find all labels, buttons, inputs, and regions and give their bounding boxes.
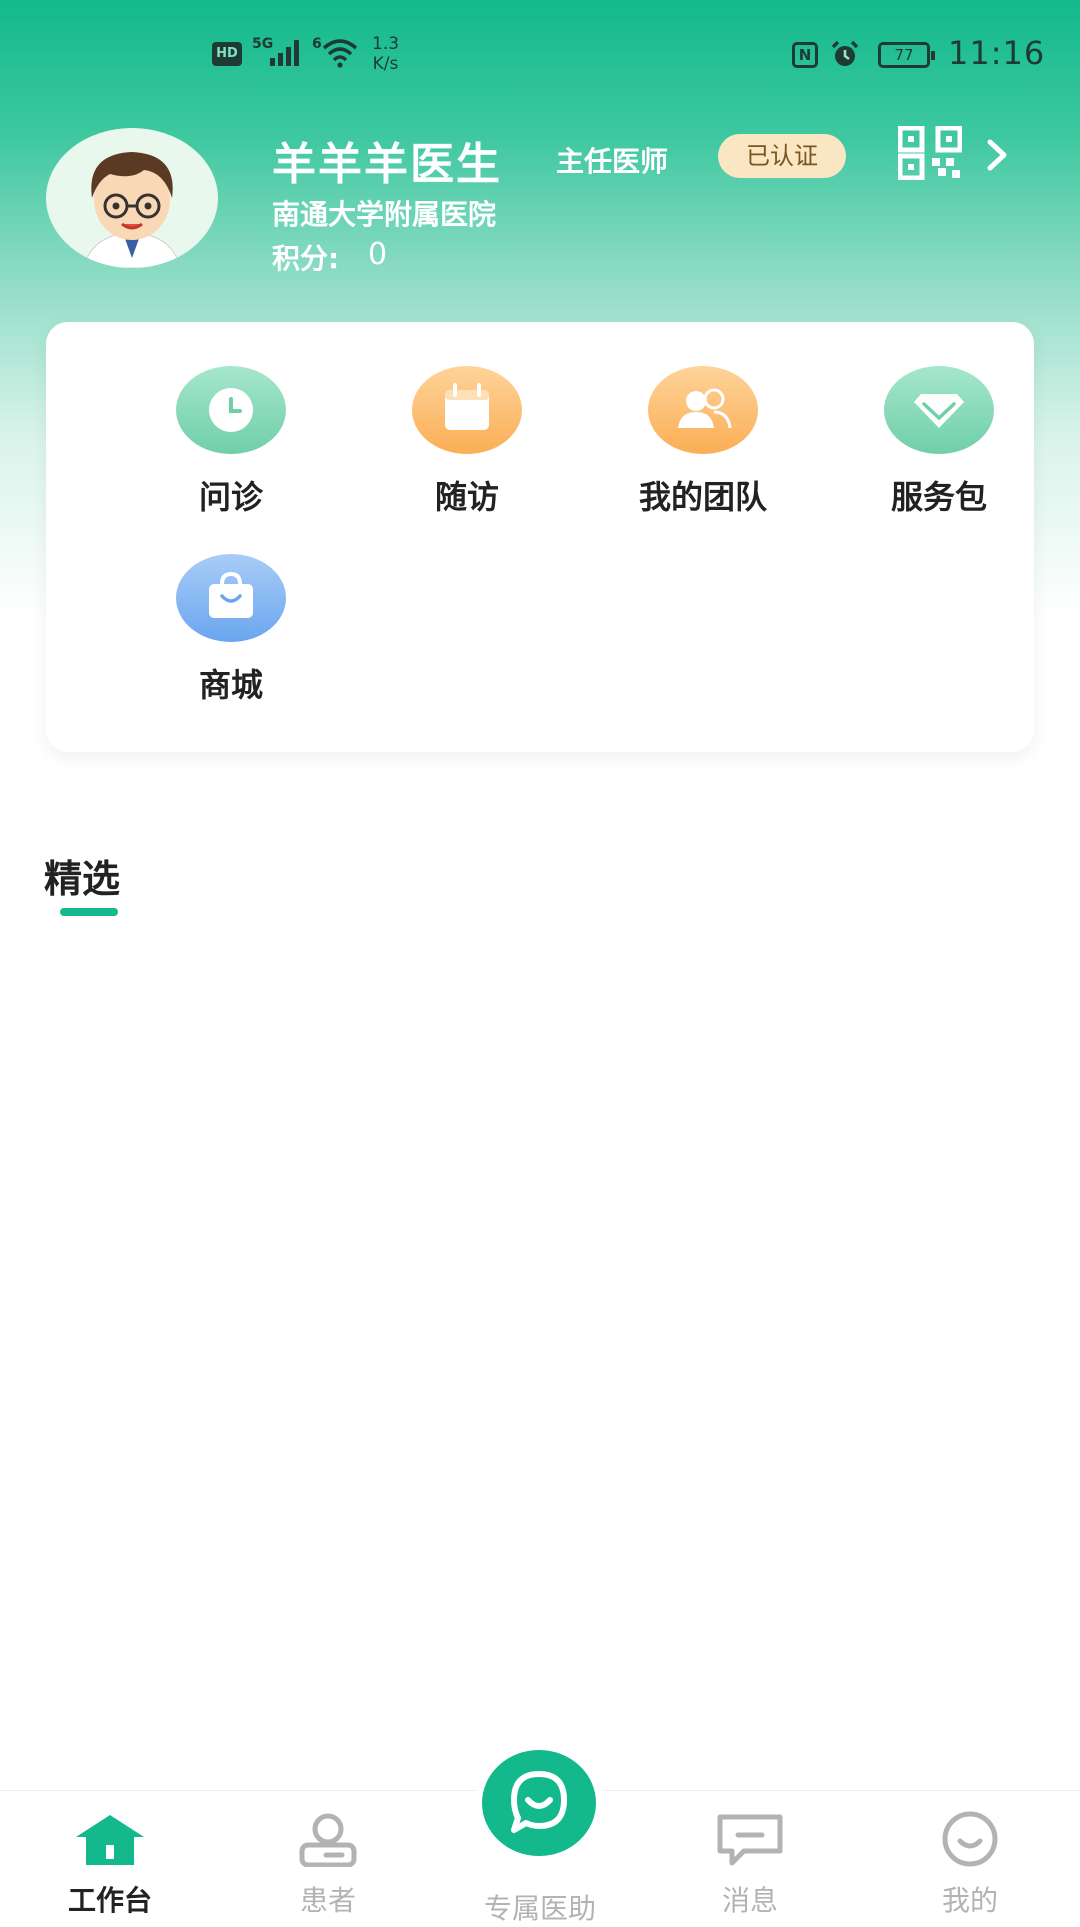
service-label: 我的团队 bbox=[638, 478, 767, 516]
tab-label: 患者 bbox=[299, 1884, 356, 1917]
tab-mine[interactable]: 我的 bbox=[890, 1811, 1050, 1919]
avatar[interactable] bbox=[46, 128, 218, 268]
doctor-name: 羊羊羊医生 bbox=[272, 139, 502, 190]
message-icon bbox=[717, 1814, 783, 1866]
tab-label: 专属医助 bbox=[483, 1892, 596, 1925]
service-item-my-team[interactable]: 我的团队 bbox=[608, 366, 798, 518]
service-item-service-package[interactable]: 服务包 bbox=[844, 366, 1034, 518]
service-label: 服务包 bbox=[890, 478, 987, 516]
tab-assistant[interactable]: 专属医助 bbox=[460, 1887, 620, 1927]
chevron-right-icon[interactable] bbox=[986, 138, 1010, 172]
service-label: 随访 bbox=[434, 478, 499, 516]
service-item-consultation[interactable]: 问诊 bbox=[136, 366, 326, 518]
nfc-icon: N bbox=[792, 42, 818, 68]
tab-label: 我的 bbox=[941, 1884, 998, 1917]
service-label: 问诊 bbox=[198, 478, 263, 516]
service-item-mall[interactable]: 商城 bbox=[136, 554, 326, 706]
network-speed-unit: K/s bbox=[372, 54, 399, 74]
clock-icon bbox=[176, 366, 286, 454]
service-label: 商城 bbox=[198, 666, 263, 704]
battery-icon: 77 bbox=[878, 42, 935, 68]
tab-workbench[interactable]: 工作台 bbox=[30, 1811, 190, 1919]
home-icon bbox=[76, 1815, 144, 1865]
diamond-icon bbox=[884, 366, 994, 454]
alarm-icon bbox=[831, 40, 859, 66]
qr-code-icon[interactable] bbox=[898, 126, 962, 180]
service-card: 问诊 随访 我的团队 服务包 商城 bbox=[46, 322, 1034, 752]
tab-label: 消息 bbox=[721, 1884, 778, 1917]
hd-badge: HD bbox=[212, 42, 242, 66]
tab-label: 工作台 bbox=[67, 1884, 152, 1917]
shopping-bag-icon bbox=[176, 554, 286, 642]
tab-messages[interactable]: 消息 bbox=[670, 1811, 830, 1919]
network-speed-value: 1.3 bbox=[372, 34, 400, 54]
wifi-type-label: 6 bbox=[312, 36, 322, 52]
verified-badge: 已认证 bbox=[718, 134, 846, 178]
service-item-followup[interactable]: 随访 bbox=[372, 366, 562, 518]
hospital-name: 南通大学附属医院 bbox=[272, 198, 497, 231]
status-bar: HD 5G 6 1.3 K/s N 77 11:16 bbox=[0, 0, 1080, 110]
featured-tab-indicator bbox=[60, 908, 118, 916]
tab-patients[interactable]: 患者 bbox=[248, 1811, 408, 1919]
signal-bars-icon bbox=[270, 40, 304, 66]
team-icon bbox=[648, 366, 758, 454]
network-speed: 1.3 K/s bbox=[372, 34, 399, 74]
points-label: 积分: bbox=[272, 242, 340, 275]
points-value: 0 bbox=[368, 237, 388, 272]
calendar-icon bbox=[412, 366, 522, 454]
featured-section-title[interactable]: 精选 bbox=[44, 848, 120, 903]
patient-icon bbox=[299, 1813, 357, 1868]
wifi-icon bbox=[322, 39, 358, 68]
smile-icon bbox=[942, 1811, 998, 1867]
assistant-fab-button[interactable] bbox=[482, 1750, 596, 1856]
chat-smile-icon bbox=[511, 1771, 567, 1833]
clock-time: 11:16 bbox=[948, 34, 1046, 72]
doctor-title: 主任医师 bbox=[556, 145, 669, 178]
